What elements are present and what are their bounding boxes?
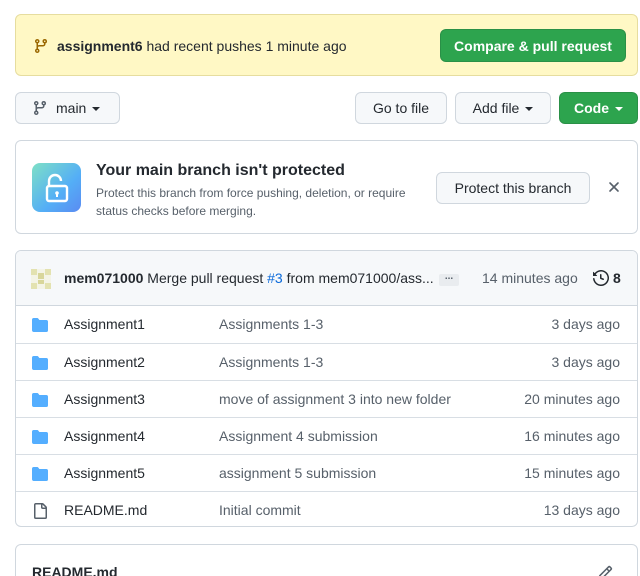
git-branch-icon bbox=[34, 39, 47, 54]
commit-message-link[interactable]: Assignment 4 submission bbox=[219, 428, 378, 444]
folder-icon bbox=[32, 429, 48, 445]
table-row[interactable]: Assignment2 Assignments 1-3 3 days ago bbox=[16, 343, 637, 380]
protect-title: Your main branch isn't protected bbox=[96, 162, 345, 179]
file-table: mem071000 Merge pull request #3 from mem… bbox=[15, 250, 638, 527]
close-icon[interactable] bbox=[606, 179, 622, 195]
commit-message-prefix[interactable]: Merge pull request bbox=[143, 270, 267, 286]
commit-message-suffix[interactable]: from mem071000/ass... bbox=[283, 270, 434, 286]
add-file-button[interactable]: Add file bbox=[455, 92, 551, 124]
commit-author[interactable]: mem071000 bbox=[64, 270, 143, 286]
file-icon bbox=[32, 503, 48, 519]
expand-commit-button[interactable]: ... bbox=[439, 272, 459, 286]
branch-select-button[interactable]: main bbox=[15, 92, 120, 124]
commit-message-link[interactable]: Assignments 1-3 bbox=[219, 316, 323, 332]
folder-icon bbox=[32, 317, 48, 333]
commit-message-link[interactable]: move of assignment 3 into new folder bbox=[219, 391, 451, 407]
table-row[interactable]: README.md Initial commit 13 days ago bbox=[16, 491, 637, 526]
commit-time[interactable]: 14 minutes ago bbox=[482, 270, 578, 286]
recent-push-banner: assignment6 had recent pushes 1 minute a… bbox=[15, 14, 638, 76]
branch-protection-notice: Your main branch isn't protected Protect… bbox=[15, 140, 638, 234]
commit-age: 20 minutes ago bbox=[524, 391, 620, 407]
commit-age: 16 minutes ago bbox=[524, 428, 620, 444]
chevron-down-icon bbox=[92, 107, 101, 111]
avatar[interactable] bbox=[31, 269, 51, 289]
file-name-link[interactable]: Assignment2 bbox=[64, 354, 145, 370]
code-button[interactable]: Code bbox=[559, 92, 638, 124]
table-row[interactable]: Assignment3 move of assignment 3 into new… bbox=[16, 380, 637, 417]
commit-age: 3 days ago bbox=[551, 354, 621, 370]
commit-age: 3 days ago bbox=[551, 316, 621, 332]
commit-age: 13 days ago bbox=[543, 502, 620, 518]
banner-branch-name[interactable]: assignment6 bbox=[57, 38, 143, 54]
unlock-icon bbox=[32, 163, 81, 212]
banner-text: assignment6 had recent pushes 1 minute a… bbox=[57, 38, 347, 54]
file-name-link[interactable]: Assignment4 bbox=[64, 428, 145, 444]
commit-message-link[interactable]: assignment 5 submission bbox=[219, 465, 376, 481]
table-row[interactable]: Assignment5 assignment 5 submission 15 min… bbox=[16, 454, 637, 491]
folder-icon bbox=[32, 355, 48, 371]
chevron-down-icon bbox=[615, 107, 623, 111]
git-branch-icon bbox=[33, 101, 46, 116]
readme-panel: README.md bbox=[15, 544, 638, 576]
commit-message: mem071000 Merge pull request #3 from mem… bbox=[64, 270, 434, 286]
protect-description: Protect this branch from force pushing, … bbox=[96, 186, 406, 218]
banner-message: had recent pushes 1 minute ago bbox=[142, 38, 347, 54]
commit-message-link[interactable]: Assignments 1-3 bbox=[219, 354, 323, 370]
branch-label: main bbox=[56, 100, 87, 116]
readme-title[interactable]: README.md bbox=[32, 564, 118, 576]
folder-icon bbox=[32, 392, 48, 408]
pull-request-link[interactable]: #3 bbox=[267, 270, 283, 286]
file-name-link[interactable]: Assignment1 bbox=[64, 316, 145, 332]
file-name-link[interactable]: Assignment3 bbox=[64, 391, 145, 407]
commit-age: 15 minutes ago bbox=[524, 465, 620, 481]
protect-branch-button[interactable]: Protect this branch bbox=[436, 172, 590, 204]
folder-icon bbox=[32, 466, 48, 482]
file-name-link[interactable]: Assignment5 bbox=[64, 465, 145, 481]
latest-commit-bar: mem071000 Merge pull request #3 from mem… bbox=[16, 251, 637, 306]
add-file-label: Add file bbox=[472, 100, 520, 116]
chevron-down-icon bbox=[525, 107, 534, 111]
table-row[interactable]: Assignment4 Assignment 4 submission 16 min… bbox=[16, 417, 637, 454]
go-to-file-button[interactable]: Go to file bbox=[355, 92, 447, 124]
file-name-link[interactable]: README.md bbox=[64, 502, 147, 518]
commit-count: 8 bbox=[613, 270, 621, 286]
commit-history-link[interactable]: 8 bbox=[593, 270, 621, 286]
commit-message-link[interactable]: Initial commit bbox=[219, 502, 301, 518]
table-row[interactable]: Assignment1 Assignments 1-3 3 days ago bbox=[16, 306, 637, 343]
pencil-icon[interactable] bbox=[597, 565, 613, 576]
history-icon bbox=[593, 270, 609, 286]
code-label: Code bbox=[574, 100, 609, 116]
compare-pull-request-button[interactable]: Compare & pull request bbox=[440, 29, 626, 62]
